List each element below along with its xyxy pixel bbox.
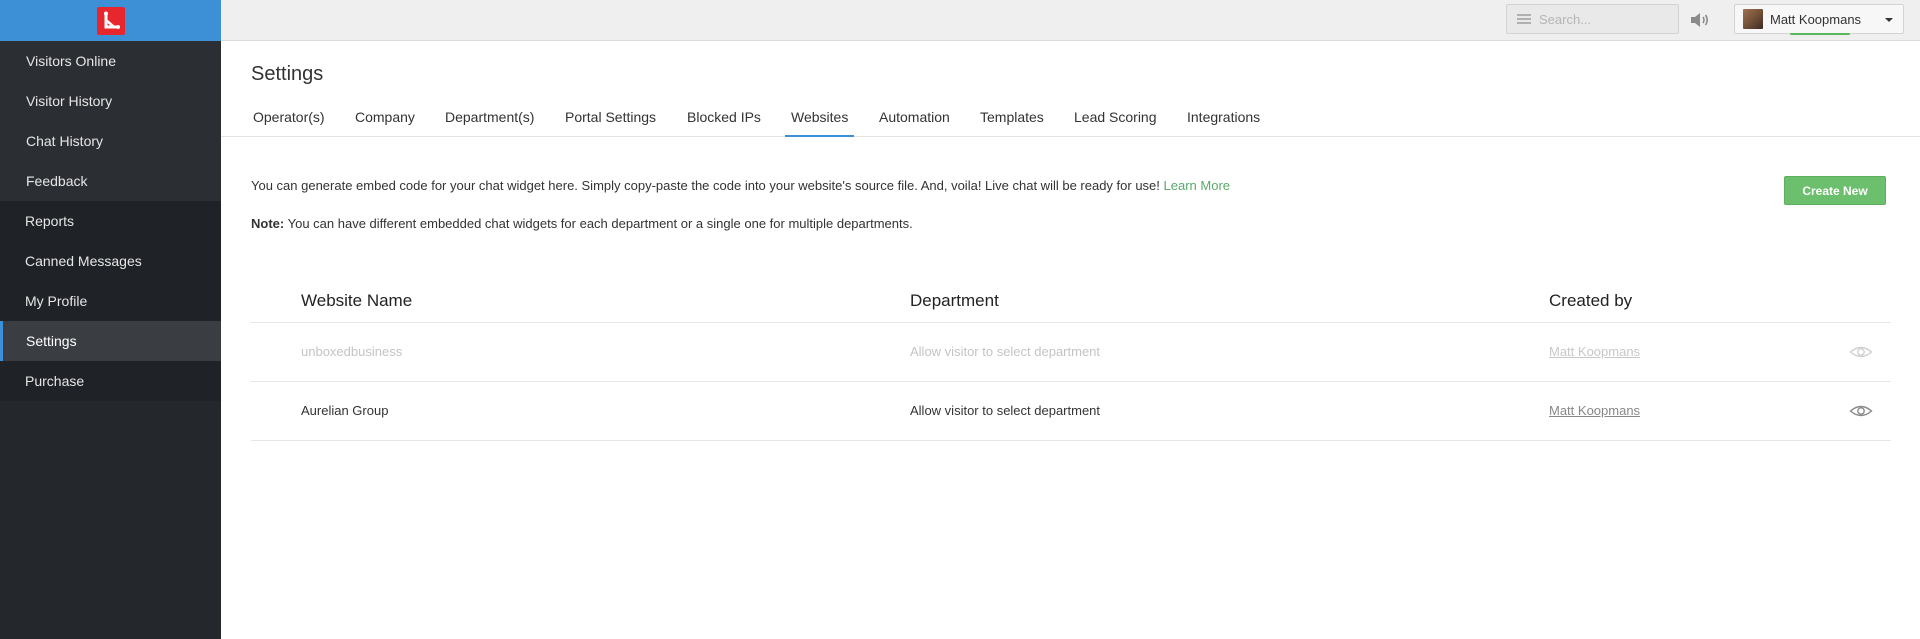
website-name-cell: Aurelian Group <box>301 403 389 418</box>
top-bar: Matt Koopmans <box>221 0 1920 41</box>
sidebar-item-feedback[interactable]: Feedback <box>0 161 221 201</box>
sidebar-item-label: Chat History <box>26 133 104 149</box>
table-row[interactable]: unboxedbusiness Allow visitor to select … <box>251 323 1891 382</box>
sidebar-item-label: Visitor History <box>26 93 113 109</box>
note-label: Note: <box>251 216 285 231</box>
department-cell: Allow visitor to select department <box>910 403 1101 418</box>
settings-tabs: Operator(s) Company Department(s) Portal… <box>221 105 1920 137</box>
logo-bar <box>0 0 221 41</box>
note-text: Note: You can have different embedded ch… <box>251 216 913 231</box>
sidebar-item-label: Settings <box>26 333 77 349</box>
sidebar-item-chat-history[interactable]: Chat History <box>0 121 221 161</box>
sidebar-item-label: My Profile <box>25 293 88 309</box>
tab-templates[interactable]: Templates <box>980 105 1044 137</box>
sidebar-item-label: Canned Messages <box>25 253 142 269</box>
tab-company[interactable]: Company <box>355 105 415 137</box>
sidebar-item-label: Visitors Online <box>26 53 117 69</box>
sidebar-item-canned-messages[interactable]: Canned Messages <box>0 241 221 281</box>
websites-table: Website Name Department Created by unbox… <box>251 281 1891 441</box>
eye-icon[interactable] <box>1849 343 1873 361</box>
sidebar: Visitors Online Visitor History Chat His… <box>0 0 221 639</box>
app-logo-icon[interactable] <box>96 6 125 35</box>
tab-websites[interactable]: Websites <box>785 105 855 137</box>
page-title: Settings <box>251 63 324 85</box>
sidebar-item-visitor-history[interactable]: Visitor History <box>0 81 221 121</box>
caret-down-icon <box>1885 18 1893 22</box>
column-header-department: Department <box>910 291 999 310</box>
sidebar-item-label: Feedback <box>26 173 88 189</box>
online-status-indicator <box>1790 33 1850 35</box>
sidebar-item-label: Purchase <box>25 373 85 389</box>
main-content: Settings Operator(s) Company Department(… <box>221 41 1920 639</box>
column-header-website-name: Website Name <box>301 291 413 310</box>
avatar <box>1743 9 1763 29</box>
column-header-created-by: Created by <box>1549 291 1633 310</box>
intro-message: You can generate embed code for your cha… <box>251 178 1160 193</box>
sidebar-nav: Visitors Online Visitor History Chat His… <box>0 41 221 401</box>
table-header: Website Name Department Created by <box>251 281 1891 323</box>
note-message: You can have different embedded chat wid… <box>287 216 913 231</box>
table-row[interactable]: Aurelian Group Allow visitor to select d… <box>251 382 1891 441</box>
search-input[interactable] <box>1539 11 1669 27</box>
tab-integrations[interactable]: Integrations <box>1187 105 1260 137</box>
create-new-button[interactable]: Create New <box>1784 176 1886 205</box>
website-name-cell: unboxedbusiness <box>301 344 403 359</box>
eye-icon[interactable] <box>1849 402 1873 420</box>
intro-text: You can generate embed code for your cha… <box>251 178 1230 193</box>
tab-portal-settings[interactable]: Portal Settings <box>565 105 656 137</box>
tab-operators[interactable]: Operator(s) <box>253 105 325 137</box>
tab-lead-scoring[interactable]: Lead Scoring <box>1074 105 1157 137</box>
tab-departments[interactable]: Department(s) <box>445 105 534 137</box>
volume-icon[interactable] <box>1688 9 1712 31</box>
sidebar-item-settings[interactable]: Settings <box>0 321 221 361</box>
user-name: Matt Koopmans <box>1770 11 1862 27</box>
sidebar-item-my-profile[interactable]: My Profile <box>0 281 221 321</box>
tab-blocked-ips[interactable]: Blocked IPs <box>687 105 761 137</box>
sidebar-item-label: Reports <box>25 213 75 229</box>
created-by-link[interactable]: Matt Koopmans <box>1549 403 1640 418</box>
user-menu[interactable]: Matt Koopmans <box>1734 4 1904 35</box>
search-box[interactable] <box>1506 4 1679 34</box>
menu-lines-icon <box>1517 14 1531 24</box>
tab-automation[interactable]: Automation <box>879 105 950 137</box>
sidebar-item-reports[interactable]: Reports <box>0 201 221 241</box>
department-cell: Allow visitor to select department <box>910 344 1101 359</box>
created-by-link[interactable]: Matt Koopmans <box>1549 344 1640 359</box>
sidebar-item-visitors-online[interactable]: Visitors Online <box>0 41 221 81</box>
learn-more-link[interactable]: Learn More <box>1164 178 1230 193</box>
sidebar-item-purchase[interactable]: Purchase <box>0 361 221 401</box>
